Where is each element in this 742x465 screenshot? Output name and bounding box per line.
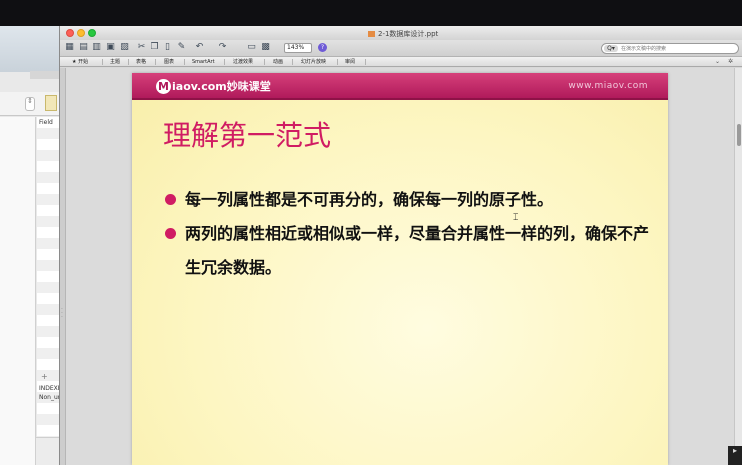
- field-column-header: Field: [39, 119, 53, 126]
- undo-icon[interactable]: ↶: [194, 42, 205, 53]
- ribbon-divider: [102, 59, 103, 65]
- ribbon-divider: [292, 59, 293, 65]
- add-index-button[interactable]: +: [41, 372, 48, 381]
- minimize-window-button[interactable]: [77, 29, 85, 37]
- search-icon[interactable]: Q▾: [604, 45, 618, 52]
- slide[interactable]: Miaov.com妙味课堂 www.miaov.com 理解第一范式 每一列属性…: [132, 73, 668, 465]
- toolbox-icon[interactable]: ▩: [260, 42, 271, 53]
- bullet-dot-icon: [165, 194, 176, 205]
- title-bar: 2-1数据库设计.ppt: [60, 26, 742, 40]
- close-window-button[interactable]: [66, 29, 74, 37]
- splitter-grip-icon[interactable]: · · ·: [61, 307, 63, 321]
- bullet-list[interactable]: 每一列属性都是不可再分的，确保每一列的原子性。 两列的属性相近或相似或一样，尽量…: [165, 183, 655, 285]
- format-painter-icon[interactable]: ✎: [176, 42, 187, 53]
- scrollbar-thumb[interactable]: [737, 124, 741, 146]
- ribbon-divider: [184, 59, 185, 65]
- tab-themes[interactable]: 主题: [110, 58, 120, 66]
- mouse-cursor-icon: ⌶: [513, 213, 519, 223]
- help-icon[interactable]: ?: [318, 43, 327, 52]
- ribbon-divider: [155, 59, 156, 65]
- print-icon[interactable]: ▨: [119, 42, 130, 53]
- background-app-window: ⇕ Field + INDEXE Non_un: [0, 26, 64, 465]
- bullet-text: 两列的属性相近或相似或一样，尽量合并属性一样的列，确保不产生冗余数据。: [185, 224, 650, 277]
- tab-tables[interactable]: 表格: [136, 58, 146, 66]
- tab-home-label: 开始: [78, 59, 89, 65]
- new-icon[interactable]: ▤: [78, 42, 89, 53]
- settings-gear-icon[interactable]: ✲: [728, 58, 733, 66]
- ribbon-tabs: ★ 开始 主题 表格 图表 SmartArt 过渡效果 动画 幻灯片放映 审阅 …: [60, 57, 742, 67]
- slide-url: www.miaov.com: [568, 81, 648, 91]
- ribbon-divider: [224, 59, 225, 65]
- search-input[interactable]: [621, 44, 733, 53]
- tab-review[interactable]: 审阅: [345, 58, 355, 66]
- slide-header-band: Miaov.com妙味课堂 www.miaov.com: [132, 73, 668, 100]
- search-box[interactable]: Q▾: [601, 43, 739, 54]
- background-app-sidebar: [0, 117, 36, 465]
- tab-animations[interactable]: 动画: [273, 58, 283, 66]
- ribbon-divider: [337, 59, 338, 65]
- document-icon[interactable]: [45, 95, 57, 111]
- thumbnail-pane-edge[interactable]: · · ·: [60, 68, 66, 465]
- templates-icon[interactable]: ▥: [91, 42, 102, 53]
- tab-home[interactable]: ★ 开始: [72, 58, 88, 66]
- bullet-dot-icon: [165, 228, 176, 239]
- stepper-icon[interactable]: ⇕: [25, 97, 35, 111]
- tab-smartart[interactable]: SmartArt: [192, 58, 215, 66]
- gallery-icon[interactable]: ▦: [64, 42, 75, 53]
- tab-transitions[interactable]: 过渡效果: [233, 58, 253, 66]
- powerpoint-window: 2-1数据库设计.ppt ▦ ▤ ▥ ▣ ▨ ✂ ❐ ▯ ✎ ↶ ↷ ▭ ▩ 1…: [59, 26, 742, 465]
- zoom-select[interactable]: 143%: [284, 43, 312, 53]
- bullet-text: 每一列属性都是不可再分的，确保每一列的原子性。: [185, 190, 554, 209]
- window-title: 2-1数据库设计.ppt: [368, 29, 438, 39]
- resize-corner-icon[interactable]: ▸: [728, 446, 742, 465]
- tab-charts[interactable]: 图表: [164, 58, 174, 66]
- presentation-icon: [368, 31, 375, 37]
- paste-icon[interactable]: ▯: [162, 42, 173, 53]
- tab-slide-show[interactable]: 幻灯片放映: [301, 58, 326, 66]
- copy-icon[interactable]: ❐: [149, 42, 160, 53]
- save-icon[interactable]: ▣: [105, 42, 116, 53]
- cut-icon[interactable]: ✂: [136, 42, 147, 53]
- ribbon-divider: [264, 59, 265, 65]
- logo-text: iaov.com妙味课堂: [172, 80, 271, 93]
- miaov-logo: Miaov.com妙味课堂: [156, 79, 271, 94]
- bullet-item[interactable]: 每一列属性都是不可再分的，确保每一列的原子性。: [165, 183, 655, 217]
- collapse-ribbon-icon[interactable]: ⌄: [715, 58, 720, 66]
- ribbon-divider: [128, 59, 129, 65]
- slide-title[interactable]: 理解第一范式: [163, 114, 331, 154]
- slide-layout-icon[interactable]: ▭: [246, 42, 257, 53]
- ribbon-divider: [365, 59, 366, 65]
- logo-badge: M: [156, 79, 171, 94]
- zoom-window-button[interactable]: [88, 29, 96, 37]
- background-app-header: [0, 26, 63, 72]
- window-title-text: 2-1数据库设计.ppt: [378, 30, 439, 38]
- bullet-item[interactable]: 两列的属性相近或相似或一样，尽量合并属性一样的列，确保不产生冗余数据。: [165, 217, 655, 285]
- standard-toolbar: ▦ ▤ ▥ ▣ ▨ ✂ ❐ ▯ ✎ ↶ ↷ ▭ ▩ 143% ? Q▾: [60, 40, 742, 57]
- redo-icon[interactable]: ↷: [217, 42, 228, 53]
